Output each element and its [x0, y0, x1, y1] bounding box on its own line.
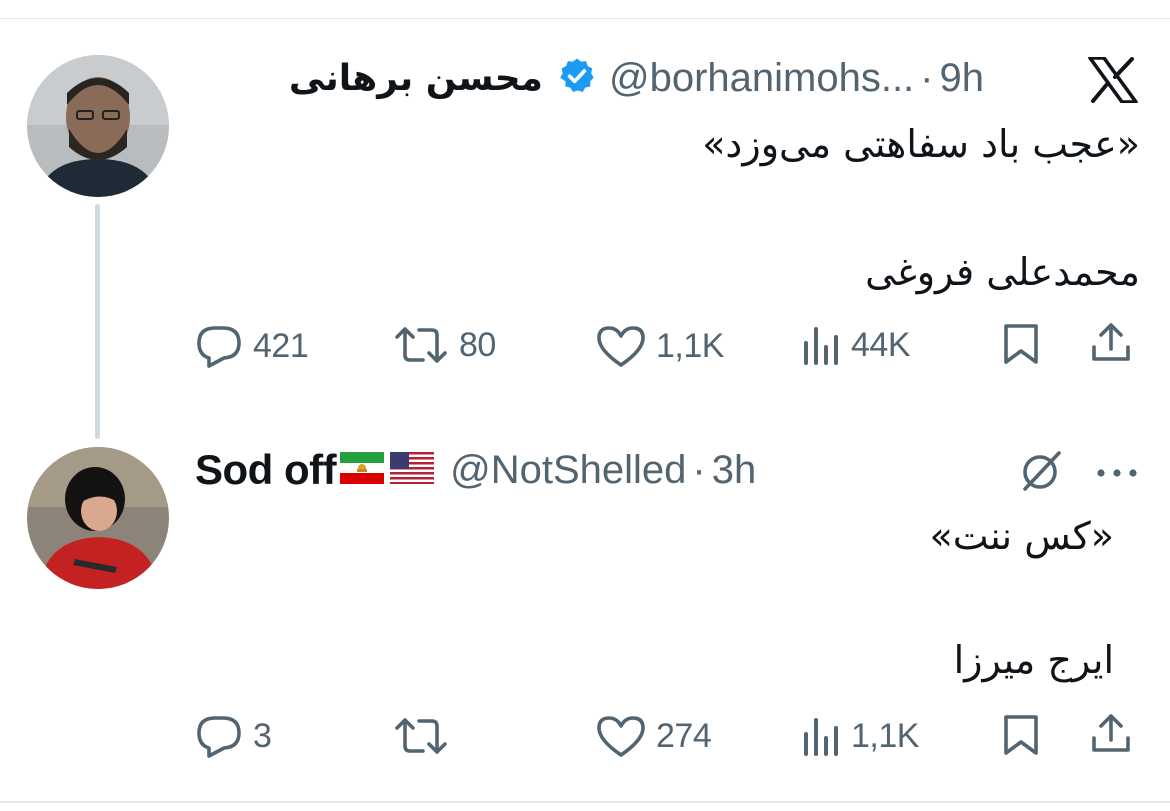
verified-badge-icon [557, 56, 597, 101]
like-button[interactable]: 1,1K [596, 324, 724, 368]
like-count: 1,1K [656, 326, 724, 365]
display-name[interactable]: Sod off [195, 446, 337, 494]
like-icon [596, 714, 646, 758]
bottom-divider [0, 801, 1170, 803]
tweet-text-line: محمدعلی فروغی [865, 250, 1140, 294]
handle[interactable]: @borhanimohs... [609, 56, 914, 101]
more-dots-icon[interactable] [1096, 465, 1138, 483]
repost-button[interactable]: 80 [393, 325, 496, 365]
tweet-text-line: «کس ننت» [929, 514, 1114, 558]
tweet-header: Sod off @NotShelled · 3h [195, 446, 756, 494]
us-flag-icon [390, 451, 435, 489]
handle[interactable]: @NotShelled [450, 448, 686, 493]
share-icon[interactable] [1089, 321, 1133, 365]
reply-count: 421 [253, 326, 309, 365]
bookmark-icon[interactable] [1001, 322, 1041, 366]
views-button[interactable]: 44K [801, 323, 911, 367]
top-divider [0, 18, 1170, 19]
separator: · [692, 447, 706, 492]
separator: · [920, 56, 934, 100]
repost-icon [393, 325, 449, 365]
repost-icon [393, 716, 449, 756]
like-count: 274 [656, 716, 712, 755]
share-icon[interactable] [1089, 712, 1133, 756]
reply-count: 3 [253, 716, 272, 755]
bookmark-icon[interactable] [1001, 713, 1041, 757]
timestamp[interactable]: 9h [940, 56, 985, 101]
like-button[interactable]: 274 [596, 714, 712, 758]
reply-button[interactable]: 3 [195, 714, 272, 758]
thread-connector [95, 204, 100, 439]
grok-icon[interactable] [1019, 449, 1063, 498]
views-button[interactable]: 1,1K [801, 714, 919, 758]
views-count: 44K [851, 325, 911, 364]
views-icon [801, 323, 841, 367]
x-logo-icon[interactable] [1088, 56, 1138, 108]
views-count: 1,1K [851, 716, 919, 755]
avatar[interactable] [27, 55, 169, 197]
reply-icon [195, 714, 243, 758]
views-icon [801, 714, 841, 758]
tweet-text-line: ایرج میرزا [953, 638, 1114, 682]
repost-button[interactable] [393, 716, 459, 756]
avatar[interactable] [27, 447, 169, 589]
like-icon [596, 324, 646, 368]
reply-button[interactable]: 421 [195, 324, 309, 368]
tweet-header: محسن برهانی @borhanimohs... · 9h [289, 56, 984, 101]
timestamp[interactable]: 3h [712, 448, 757, 493]
reply-icon [195, 324, 243, 368]
repost-count: 80 [459, 325, 496, 364]
display-name[interactable]: محسن برهانی [289, 58, 543, 99]
tweet-text-line: «عجب باد سفاهتی می‌وزد» [702, 122, 1140, 166]
iran-lion-sun-flag-icon [340, 451, 385, 489]
